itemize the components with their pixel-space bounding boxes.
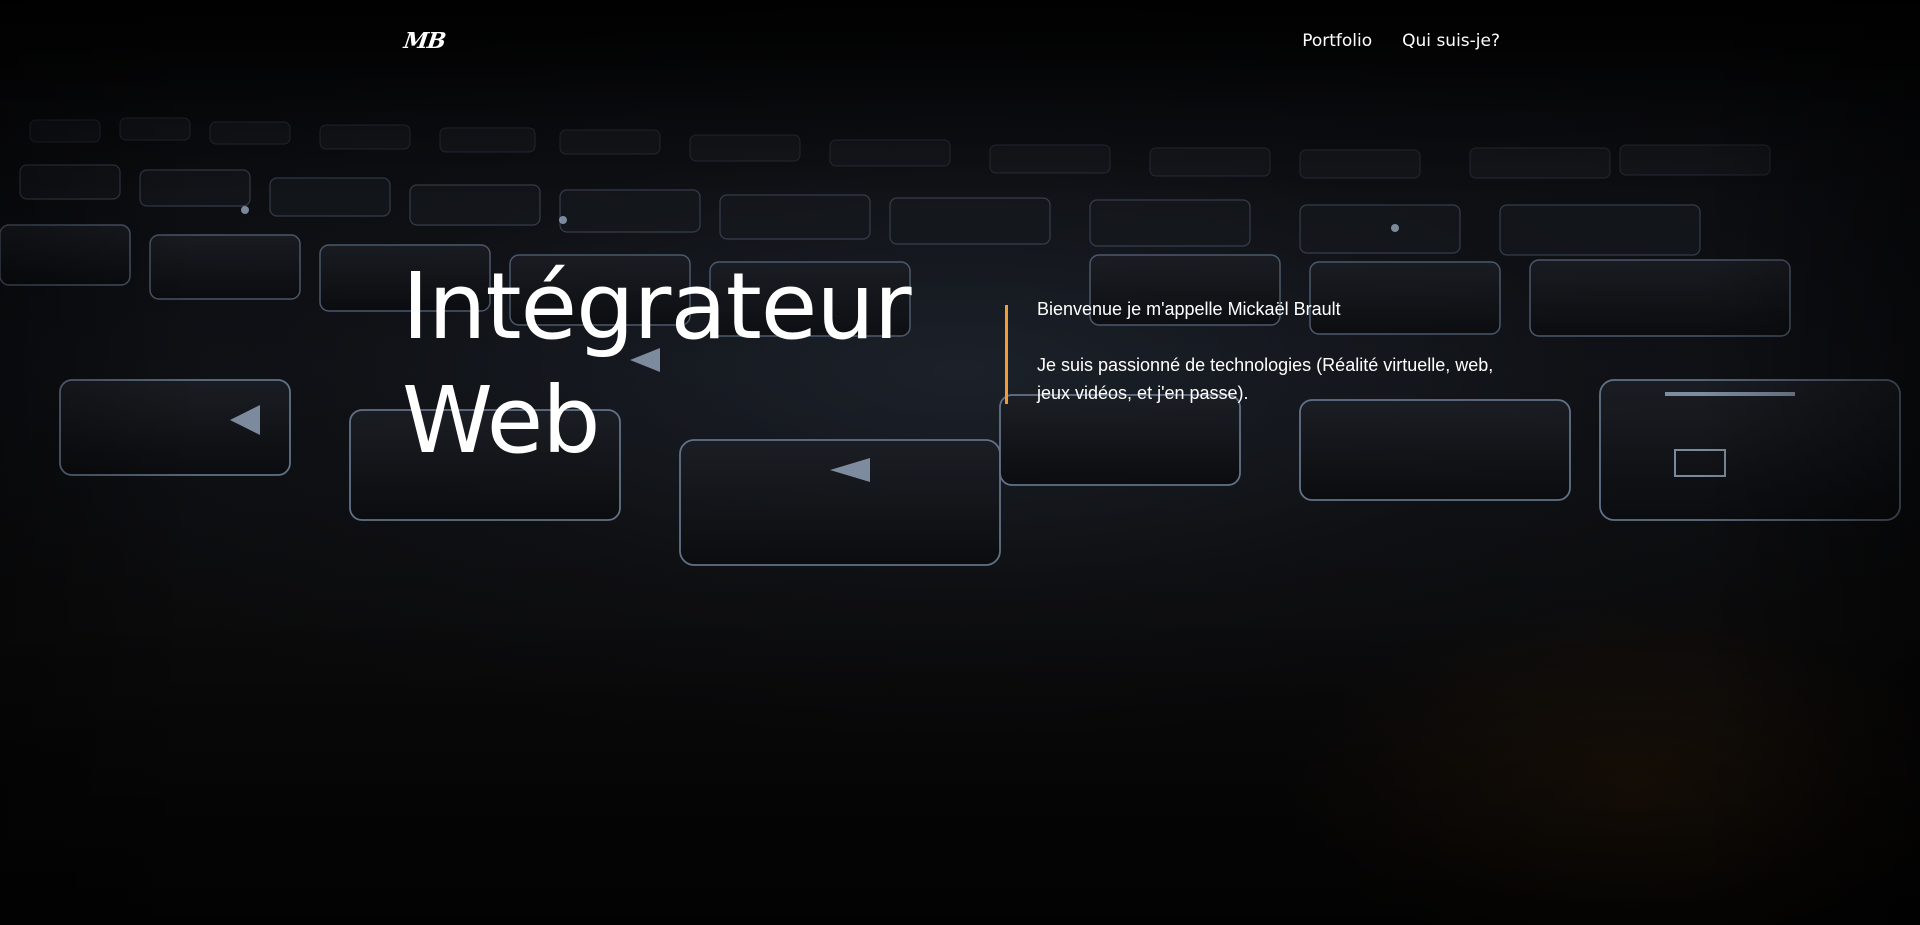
top-navbar: MB Portfolio Qui suis-je?: [402, 22, 1500, 60]
nav-links: Portfolio Qui suis-je?: [1302, 31, 1500, 51]
intro-text-block: Bienvenue je m'appelle Mickaël Brault Je…: [1005, 299, 1505, 404]
intro-welcome-text: Bienvenue je m'appelle Mickaël Brault: [1037, 299, 1341, 319]
nav-link-qui-suis-je[interactable]: Qui suis-je?: [1402, 31, 1500, 51]
hero-section: MB Portfolio Qui suis-je? Intégrateur We…: [0, 0, 1920, 925]
background-vignette: [0, 0, 1920, 925]
hero-title-line-1: Intégrateur: [402, 253, 912, 360]
nav-link-portfolio[interactable]: Portfolio: [1302, 31, 1372, 51]
hero-title-line-2: Web: [402, 367, 601, 474]
intro-passion-text: Je suis passionné de technologies (Réali…: [1037, 355, 1494, 403]
site-logo[interactable]: MB: [402, 28, 447, 54]
hero-title: Intégrateur Web: [402, 250, 912, 478]
